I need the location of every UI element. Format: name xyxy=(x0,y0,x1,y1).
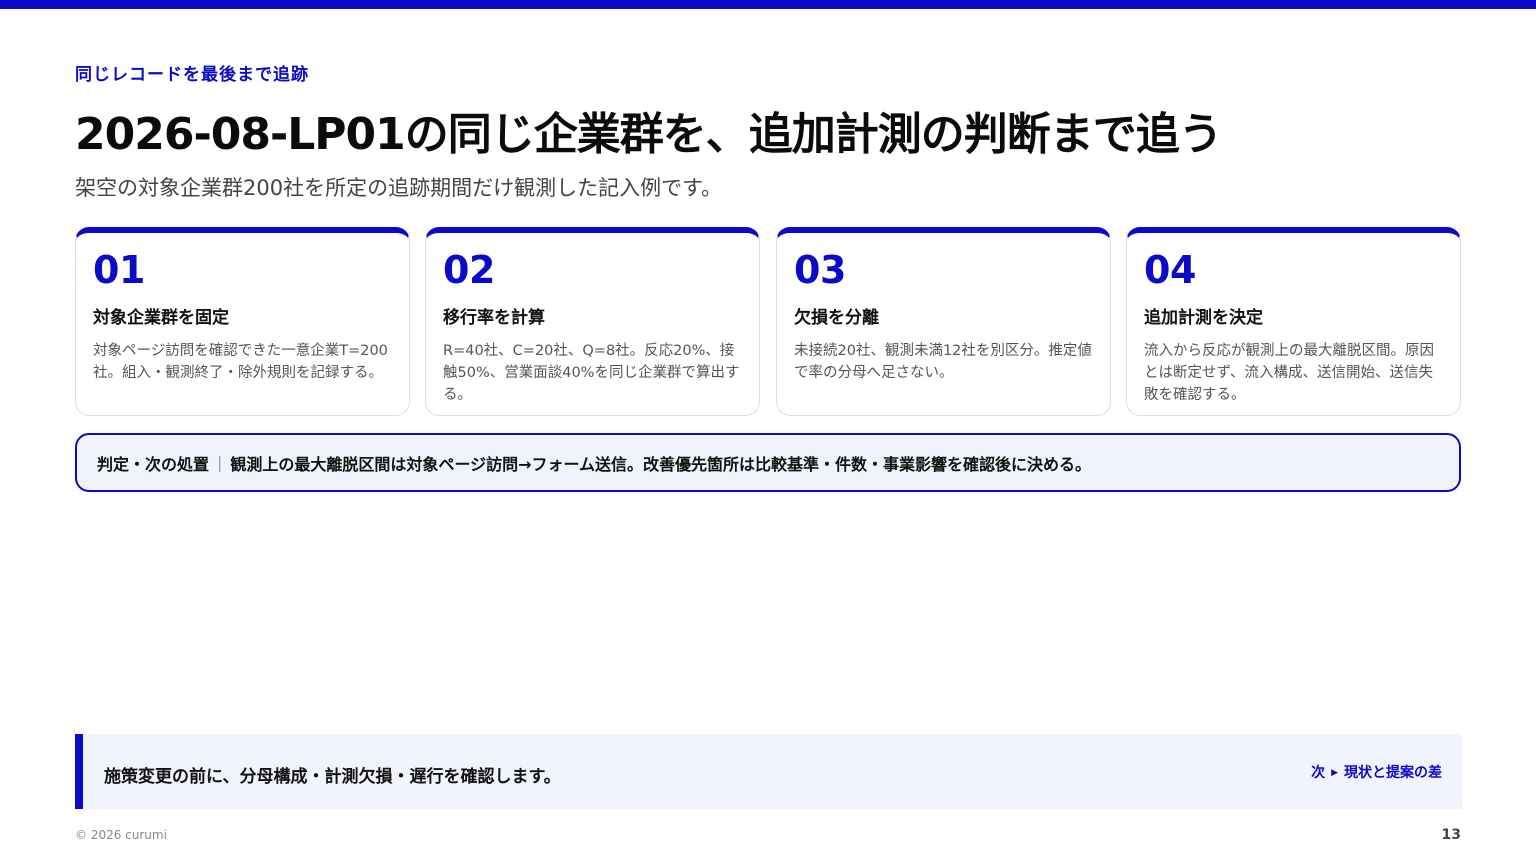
verdict-text: 観測上の最大離脱区間は対象ページ訪問→フォーム送信。改善優先箇所は比較基準・件数… xyxy=(230,454,1092,474)
footer-band: 施策変更の前に、分母構成・計測欠損・遅行を確認します。 次 ▶ 現状と提案の差 xyxy=(75,734,1462,809)
step-title: 移行率を計算 xyxy=(443,308,545,328)
next-label: 現状と提案の差 xyxy=(1344,765,1442,781)
page-subtitle: 架空の対象企業群200社を所定の追跡期間だけ観測した記入例です。 xyxy=(75,176,722,200)
step-number: 02 xyxy=(443,248,495,292)
step-card-04: 04 追加計測を決定 流入から反応が観測上の最大離脱区間。原因とは断定せず、流入… xyxy=(1126,227,1461,416)
footer-message: 施策変更の前に、分母構成・計測欠損・遅行を確認します。 xyxy=(104,767,561,787)
step-title: 欠損を分離 xyxy=(794,308,879,328)
verdict-label: 判定・次の処置 xyxy=(97,454,210,474)
next-prefix: 次 xyxy=(1311,765,1326,781)
verdict-separator: | xyxy=(217,453,223,472)
page-number: 13 xyxy=(1441,827,1461,843)
eyebrow-label: 同じレコードを最後まで追跡 xyxy=(75,65,309,85)
play-arrow-icon: ▶ xyxy=(1331,768,1338,778)
next-section-link[interactable]: 次 ▶ 現状と提案の差 xyxy=(1311,762,1442,782)
step-card-02: 02 移行率を計算 R=40社、C=20社、Q=8社。反応20%、接触50%、営… xyxy=(425,227,760,416)
step-description: 流入から反応が観測上の最大離脱区間。原因とは断定せず、流入構成、送信開始、送信失… xyxy=(1144,343,1434,403)
step-cards: 01 対象企業群を固定 対象ページ訪問を確認できた一意企業T=200社。組入・観… xyxy=(75,227,1461,416)
page-title: 2026-08-LP01の同じ企業群を、追加計測の判断まで追う xyxy=(75,109,1223,160)
step-card-01: 01 対象企業群を固定 対象ページ訪問を確認できた一意企業T=200社。組入・観… xyxy=(75,227,410,416)
step-description: R=40社、C=20社、Q=8社。反応20%、接触50%、営業面談40%を同じ企… xyxy=(443,343,740,403)
verdict-box: 判定・次の処置 | 観測上の最大離脱区間は対象ページ訪問→フォーム送信。改善優先… xyxy=(75,433,1461,492)
step-description: 対象ページ訪問を確認できた一意企業T=200社。組入・観測終了・除外規則を記録す… xyxy=(93,343,388,381)
step-description: 未接続20社、観測未満12社を別区分。推定値で率の分母へ足さない。 xyxy=(794,343,1092,381)
top-accent-bar xyxy=(0,0,1536,9)
step-title: 対象企業群を固定 xyxy=(93,308,229,328)
step-number: 03 xyxy=(794,248,846,292)
step-number: 01 xyxy=(93,248,145,292)
copyright: © 2026 curumi xyxy=(75,828,167,842)
step-number: 04 xyxy=(1144,248,1196,292)
slide: 同じレコードを最後まで追跡 2026-08-LP01の同じ企業群を、追加計測の判… xyxy=(0,0,1536,864)
step-card-03: 03 欠損を分離 未接続20社、観測未満12社を別区分。推定値で率の分母へ足さな… xyxy=(776,227,1111,416)
step-title: 追加計測を決定 xyxy=(1144,308,1263,328)
